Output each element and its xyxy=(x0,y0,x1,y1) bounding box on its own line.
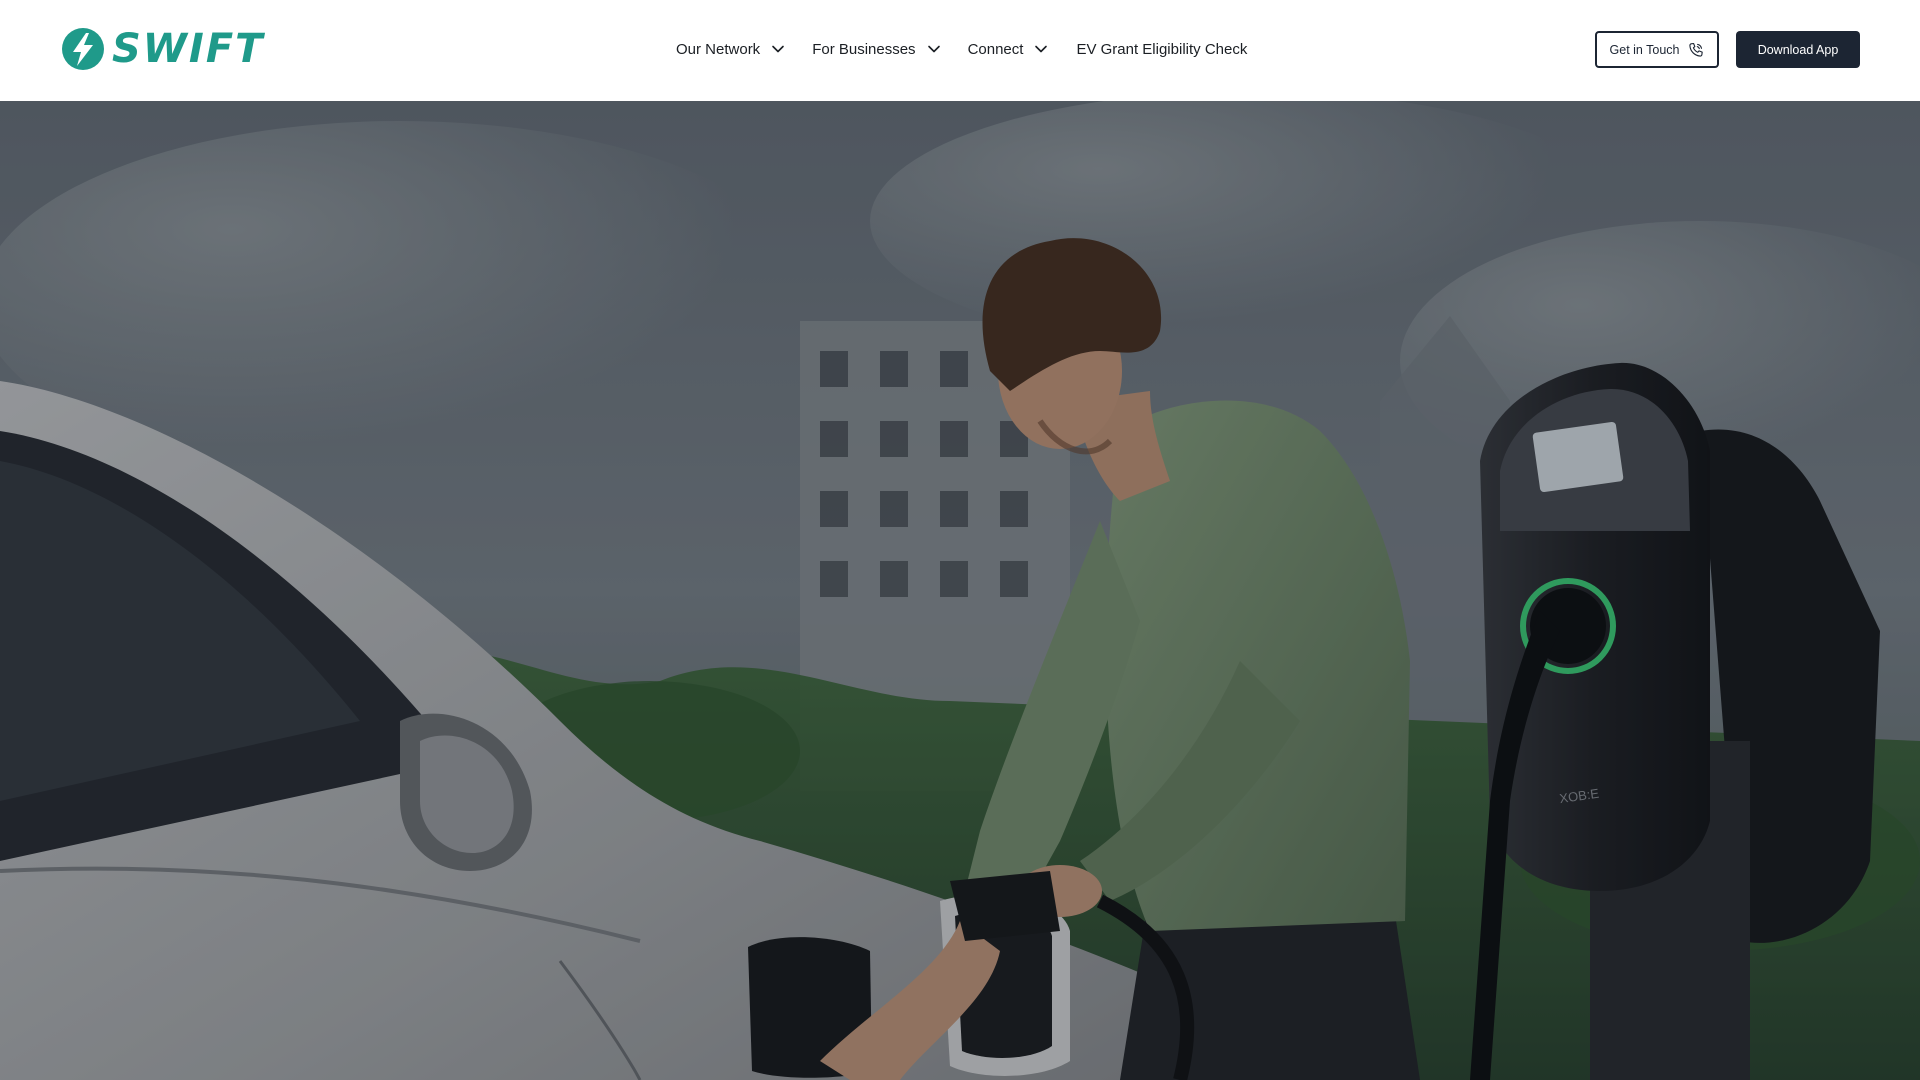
nav-for-businesses[interactable]: For Businesses xyxy=(812,41,940,58)
nav-label: EV Grant Eligibility Check xyxy=(1076,40,1248,58)
swift-logo[interactable]: SWIFT xyxy=(61,27,264,71)
main-nav: Our Network For Businesses Connect EV Gr… xyxy=(676,36,1247,62)
nav-label: Our Network xyxy=(676,40,761,58)
nav-our-network[interactable]: Our Network xyxy=(676,41,785,58)
get-in-touch-button[interactable]: Get in Touch xyxy=(1595,31,1719,68)
hero-image: XOB:E xyxy=(0,101,1920,1080)
nav-ev-grant-check[interactable]: EV Grant Eligibility Check xyxy=(1076,41,1247,58)
phone-icon xyxy=(1689,42,1704,57)
lightning-bolt-icon xyxy=(62,28,104,70)
download-app-button[interactable]: Download App xyxy=(1736,31,1860,68)
nav-label: For Businesses xyxy=(812,40,916,58)
download-app-label: Download App xyxy=(1757,42,1839,57)
chevron-down-icon xyxy=(927,45,940,53)
site-header: SWIFT Our Network For Businesses Connect… xyxy=(0,0,1920,101)
chevron-down-icon xyxy=(772,45,784,53)
hero-photo-man-charging-ev: XOB:E xyxy=(0,101,1920,1080)
chevron-down-icon xyxy=(1035,45,1048,53)
brand-name: SWIFT xyxy=(112,26,265,72)
nav-label: Connect xyxy=(967,40,1024,58)
nav-connect[interactable]: Connect xyxy=(968,41,1049,58)
get-in-touch-label: Get in Touch xyxy=(1609,42,1680,57)
